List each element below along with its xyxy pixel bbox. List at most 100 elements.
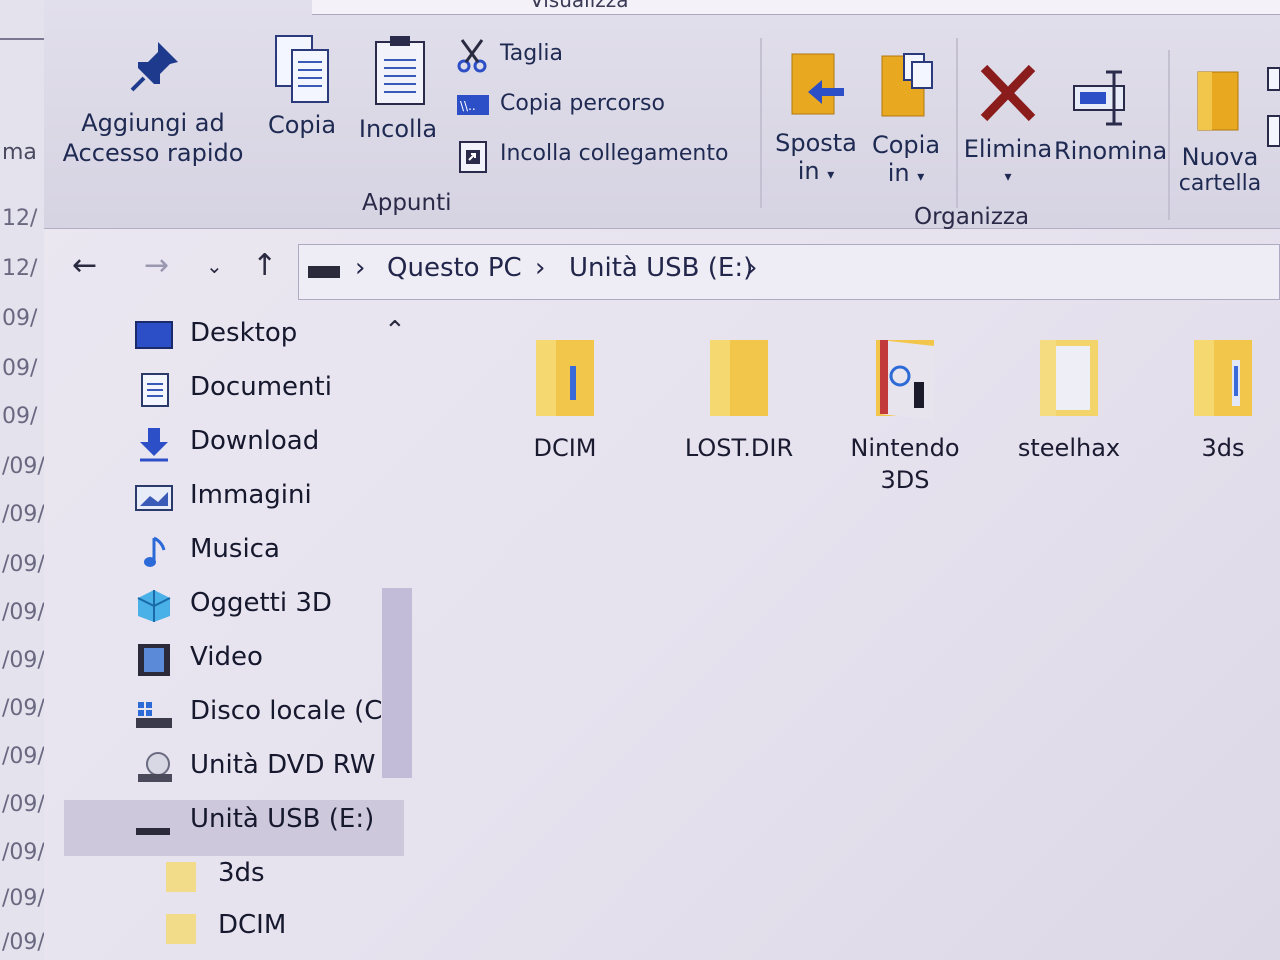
back-arrow-icon[interactable]: ← bbox=[72, 248, 97, 283]
background-date: /09/ bbox=[2, 600, 45, 625]
rename-icon bbox=[1073, 70, 1125, 126]
desktop-icon bbox=[135, 321, 173, 349]
new-folder-label-line2: cartella bbox=[1178, 171, 1262, 196]
ribbon: Visualizza Aggiungi ad Accesso rapido Co… bbox=[44, 0, 1280, 230]
chevron-down-icon: ▾ bbox=[827, 167, 835, 183]
breadcrumb-separator: › bbox=[355, 253, 366, 283]
nav-item-desktop[interactable]: Desktop bbox=[134, 312, 414, 360]
nav-item-download[interactable]: Download bbox=[134, 420, 414, 468]
nav-item-usb-drive[interactable]: Unità USB (E:) bbox=[134, 798, 414, 846]
nav-item-label: Desktop bbox=[190, 318, 298, 348]
background-date: /09/ bbox=[2, 930, 45, 955]
nav-item-3d-objects[interactable]: Oggetti 3D bbox=[134, 582, 414, 630]
address-bar[interactable]: › Questo PC › Unità USB (E:) › bbox=[298, 244, 1280, 300]
copy-path-label: Copia percorso bbox=[500, 91, 665, 116]
nav-item-label: Musica bbox=[190, 534, 280, 564]
cut-button[interactable]: Taglia bbox=[456, 38, 656, 78]
background-date: 09/ bbox=[2, 404, 38, 429]
move-to-label-line2: in ▾ bbox=[768, 156, 864, 190]
folder-name: DCIM bbox=[533, 434, 597, 462]
breadcrumb-usb-drive[interactable]: Unità USB (E:) bbox=[569, 253, 753, 283]
paste-label: Incolla bbox=[358, 115, 438, 143]
pin-label-line1: Aggiungi ad bbox=[81, 109, 225, 137]
copy-icon bbox=[275, 35, 329, 103]
nav-item-video[interactable]: Video bbox=[134, 636, 414, 684]
folder-icon bbox=[1040, 340, 1098, 416]
folder-name: 3ds bbox=[1201, 434, 1245, 462]
background-date: /09/ bbox=[2, 502, 45, 527]
group-label-clipboard: Appunti bbox=[362, 190, 452, 216]
nav-item-label: Oggetti 3D bbox=[190, 588, 332, 618]
nav-item-dvd-drive[interactable]: Unità DVD RW bbox=[134, 744, 414, 792]
nav-item-label: Video bbox=[190, 642, 263, 672]
paste-button[interactable]: Incolla bbox=[354, 30, 444, 150]
drive-icon bbox=[308, 266, 340, 278]
nav-item-dcim-folder[interactable]: DCIM bbox=[162, 904, 442, 952]
folder-icon bbox=[1194, 340, 1252, 416]
pin-label-line2: Accesso rapido bbox=[62, 139, 244, 167]
background-date: 09/ bbox=[2, 306, 38, 331]
background-date: /09/ bbox=[2, 840, 45, 865]
nav-item-pictures[interactable]: Immagini bbox=[134, 474, 414, 522]
move-to-button[interactable]: Sposta in ▾ bbox=[774, 50, 858, 190]
usb-drive-icon bbox=[136, 828, 170, 835]
documents-icon bbox=[141, 373, 169, 407]
new-folder-button[interactable]: Nuova cartella bbox=[1176, 70, 1266, 200]
nintendo-folder-icon bbox=[876, 340, 934, 420]
tab-view[interactable]: Visualizza bbox=[530, 0, 629, 12]
nav-item-documents[interactable]: Documenti bbox=[134, 366, 414, 414]
rename-label: Rinomina bbox=[1054, 137, 1168, 165]
background-date: /09/ bbox=[2, 792, 45, 817]
chevron-down-icon: ▾ bbox=[1004, 169, 1012, 185]
folder-item-3ds[interactable]: 3ds bbox=[1148, 336, 1280, 506]
nav-item-label: Unità DVD RW bbox=[190, 750, 376, 780]
pictures-icon bbox=[135, 485, 173, 511]
up-arrow-icon[interactable]: ↑ bbox=[252, 248, 277, 283]
copy-to-in-label: in bbox=[887, 159, 910, 187]
background-date: 12/ bbox=[2, 206, 38, 231]
nav-item-label: 3ds bbox=[218, 858, 265, 888]
folder-item-dcim[interactable]: DCIM bbox=[490, 336, 640, 506]
content-pane: DCIM LOST.DIR Nintendo 3DS steelhax 3ds bbox=[444, 308, 1280, 960]
folder-name: steelhax bbox=[1017, 434, 1121, 462]
copy-to-button[interactable]: Copia in ▾ bbox=[864, 52, 948, 192]
copy-to-label-line1: Copia bbox=[871, 131, 941, 159]
nav-item-label: Download bbox=[190, 426, 320, 456]
folder-item-nintendo-3ds[interactable]: Nintendo 3DS bbox=[830, 336, 980, 506]
breadcrumb-separator: › bbox=[535, 253, 546, 283]
folder-item-lost-dir[interactable]: LOST.DIR bbox=[664, 336, 814, 506]
folder-icon bbox=[710, 340, 768, 416]
move-to-in-label: in bbox=[797, 157, 820, 185]
nav-item-label: Documenti bbox=[190, 372, 332, 402]
new-item-icon[interactable] bbox=[1266, 66, 1280, 150]
new-folder-label-line1: Nuova bbox=[1181, 143, 1259, 171]
navigation-bar: ← → ⌄ ↑ › Questo PC › Unità USB (E:) › bbox=[44, 228, 1280, 308]
background-date: 09/ bbox=[2, 356, 38, 381]
recent-locations-chevron-icon[interactable]: ⌄ bbox=[206, 254, 223, 278]
folder-item-steelhax[interactable]: steelhax bbox=[994, 336, 1144, 506]
breadcrumb-this-pc[interactable]: Questo PC bbox=[387, 253, 522, 283]
copy-path-button[interactable]: \\.. Copia percorso bbox=[456, 88, 696, 128]
nav-item-label: Disco locale (C bbox=[190, 696, 383, 726]
folder-icon bbox=[166, 914, 196, 944]
background-window: ma 12/ 12/ 09/ 09/ 09/ /09/ /09/ /09/ /0… bbox=[0, 0, 46, 960]
folder-name: Nintendo 3DS bbox=[850, 434, 960, 494]
copy-button[interactable]: Copia bbox=[262, 30, 342, 150]
background-date: /09/ bbox=[2, 454, 45, 479]
nav-item-music[interactable]: Musica bbox=[134, 528, 414, 576]
move-to-folder-icon bbox=[791, 53, 844, 115]
background-date: /09/ bbox=[2, 886, 45, 911]
background-date: /09/ bbox=[2, 552, 45, 577]
nav-item-3ds-folder[interactable]: 3ds bbox=[162, 852, 442, 900]
copy-path-icon: \\.. bbox=[457, 95, 489, 115]
nav-item-local-disk[interactable]: Disco locale (C bbox=[134, 690, 414, 738]
forward-arrow-icon[interactable]: → bbox=[144, 248, 169, 283]
paste-shortcut-button[interactable]: Incolla collegamento bbox=[456, 138, 756, 178]
scissors-icon bbox=[457, 39, 487, 73]
ribbon-separator bbox=[760, 38, 762, 208]
pin-quick-access-button[interactable]: Aggiungi ad Accesso rapido bbox=[58, 30, 248, 180]
delete-button[interactable]: Elimina ▾ bbox=[964, 58, 1052, 188]
paste-shortcut-label: Incolla collegamento bbox=[500, 141, 729, 166]
dvd-drive-icon bbox=[138, 752, 172, 782]
rename-button[interactable]: Rinomina bbox=[1054, 64, 1168, 174]
